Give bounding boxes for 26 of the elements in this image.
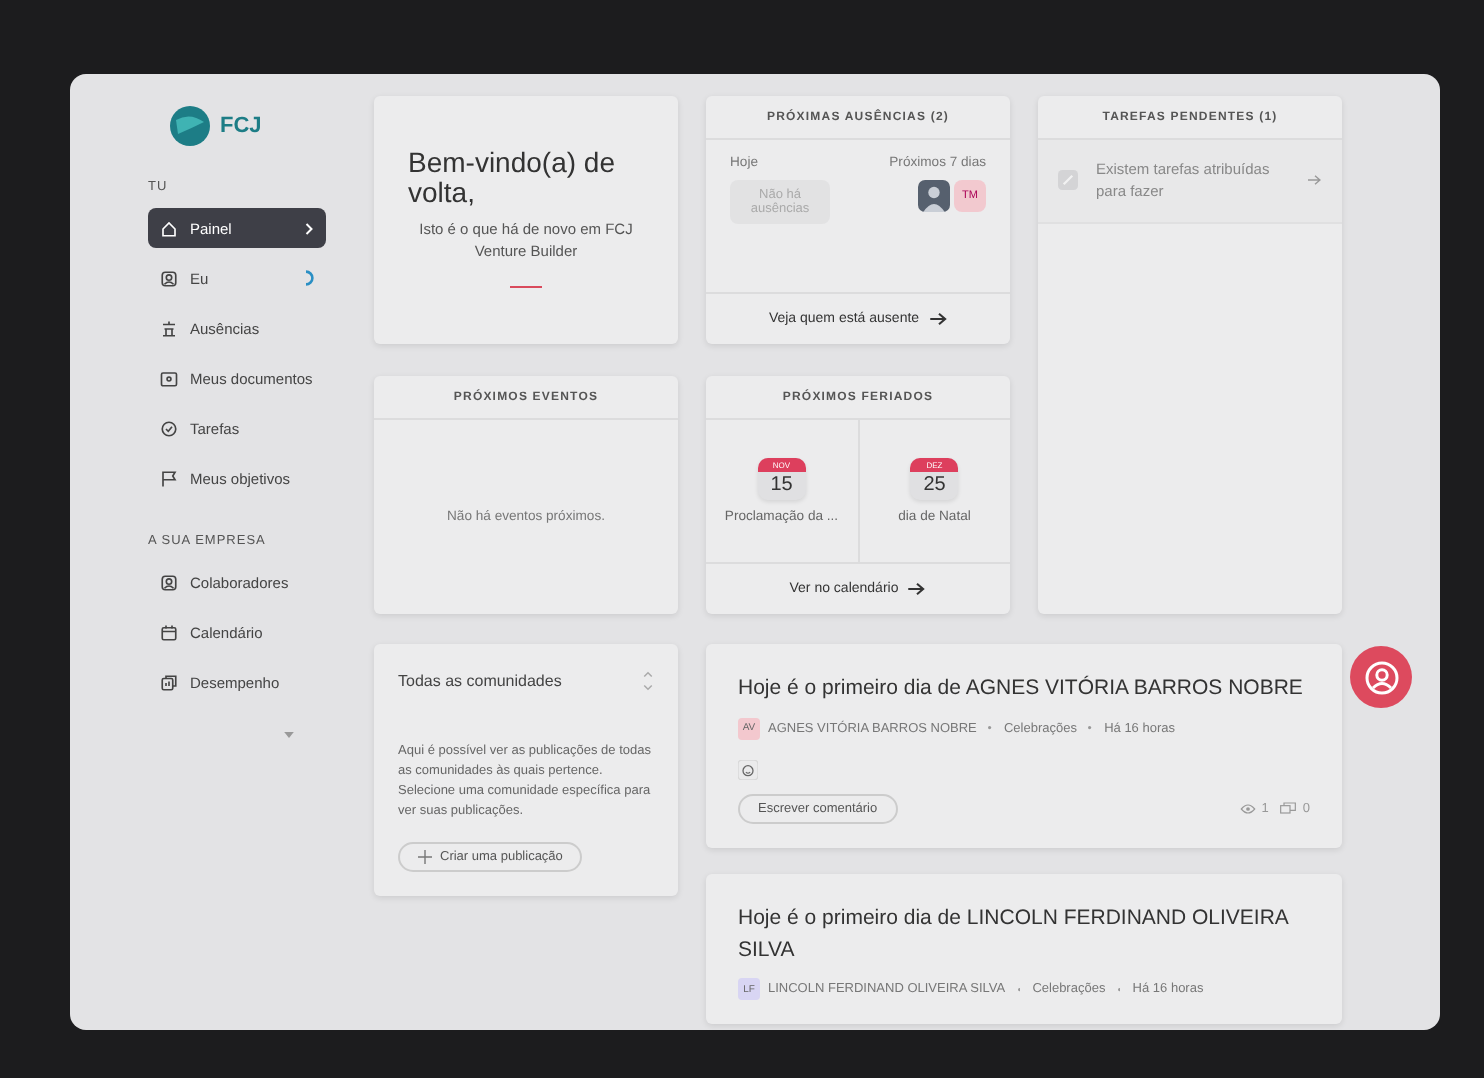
comments-icon (1280, 801, 1297, 816)
add-reaction-icon[interactable] (738, 759, 758, 780)
welcome-title: Bem-vindo(a) de volta, (408, 148, 617, 210)
user-icon (160, 269, 178, 287)
post-title: Hoje é o primeiro dia de LINCOLN FERDINAND OLIVEIRA SILVA (738, 903, 1291, 965)
pencil-icon (1058, 170, 1078, 191)
post-title: Hoje é o primeiro dia de AGNES VITÓRIA BARROS NOBRE (738, 674, 1305, 704)
communities-selector[interactable]: Todas as comunidades (398, 672, 562, 690)
chart-icon (160, 673, 178, 691)
calendar-icon (160, 623, 178, 641)
avatar-silhouette-icon (918, 180, 950, 212)
chevron-right-icon (304, 221, 314, 235)
arrow-right-icon (929, 312, 948, 326)
profile-fab-button[interactable] (1350, 646, 1412, 708)
check-icon (160, 419, 178, 437)
eye-icon (1239, 801, 1256, 816)
home-icon (160, 219, 178, 237)
user-icon (1363, 659, 1399, 695)
globe-logo-icon (168, 104, 212, 148)
logo-text: FCJ (220, 114, 262, 138)
arrow-right-icon (1308, 174, 1322, 187)
caret-down-icon[interactable] (284, 732, 294, 738)
flag-icon (160, 469, 178, 487)
user-icon (160, 573, 178, 591)
plus-icon (418, 850, 432, 865)
arrow-right-icon (908, 582, 927, 596)
